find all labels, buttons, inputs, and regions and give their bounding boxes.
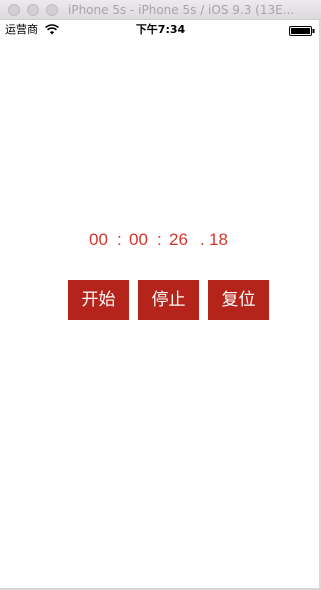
simulator-window: iPhone 5s - iPhone 5s / iOS 9.3 (13E... … [0,0,321,590]
timer-separator: . [200,230,205,249]
battery-full-icon [289,26,315,36]
minimize-window-button[interactable] [27,4,39,16]
window-titlebar: iPhone 5s - iPhone 5s / iOS 9.3 (13E... [0,0,321,20]
timer-separator: : [157,230,162,249]
reset-button[interactable]: 复位 [208,280,269,320]
close-window-button[interactable] [8,4,20,16]
timer-hours: 00 [89,230,108,249]
window-title: iPhone 5s - iPhone 5s / iOS 9.3 (13E... [68,3,295,17]
timer-minutes: 00 [129,230,148,249]
start-button[interactable]: 开始 [68,280,129,320]
stopwatch-display: 00 : 00 : 26 . 18 [0,229,321,251]
timer-centiseconds: 18 [209,230,228,249]
stop-button[interactable]: 停止 [138,280,199,320]
timer-seconds: 26 [169,230,188,249]
status-time: 下午7:34 [135,23,186,36]
zoom-window-button[interactable] [46,4,58,16]
timer-separator: : [117,230,122,249]
ios-status-bar: 运营商 下午7:34 [0,20,321,40]
